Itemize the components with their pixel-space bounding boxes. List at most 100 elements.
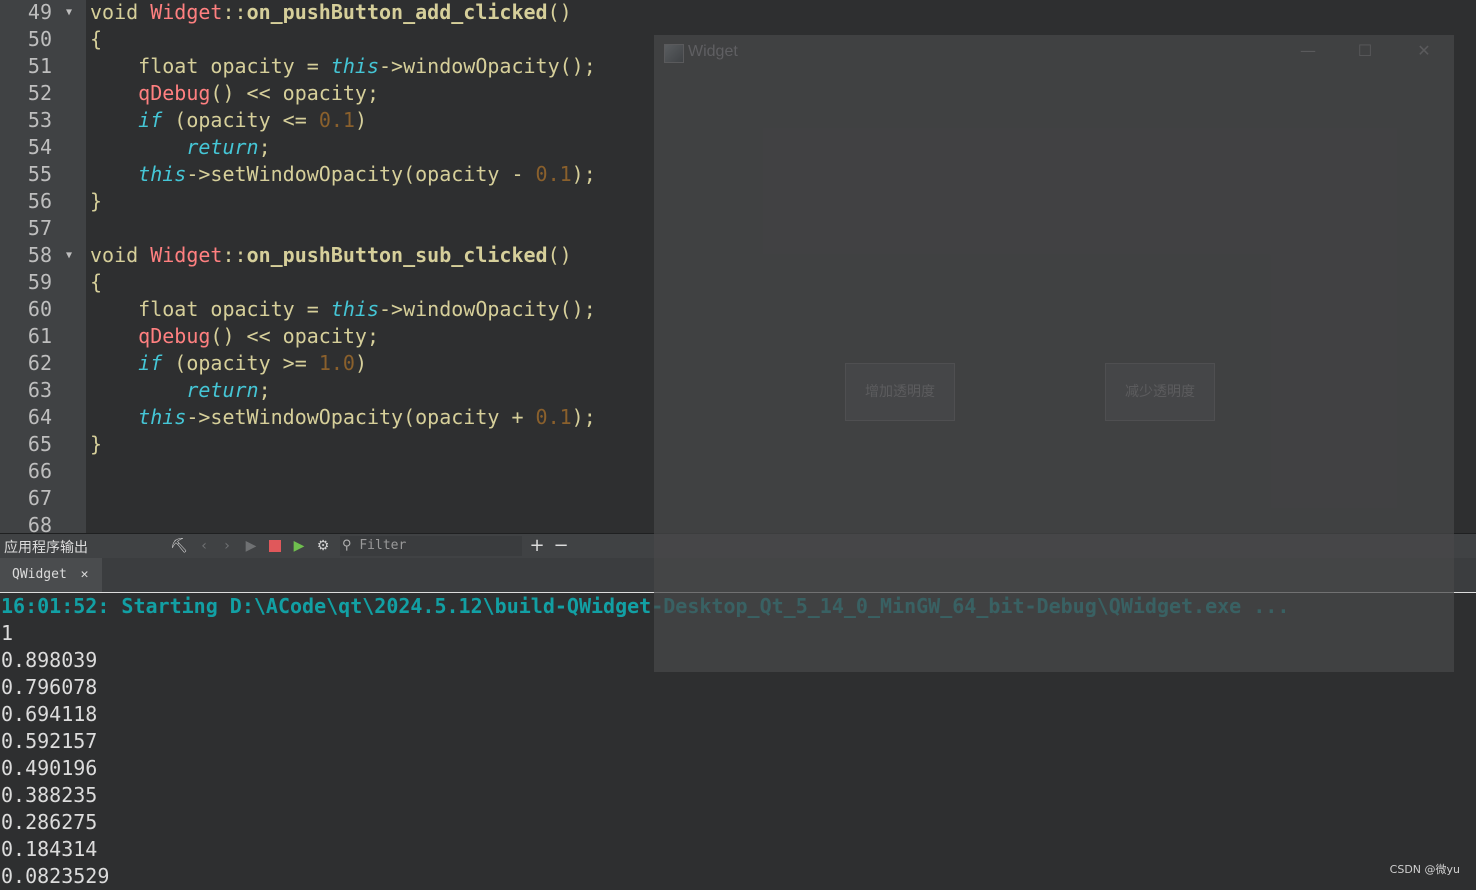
line-number: 63 bbox=[27, 378, 52, 402]
code-token: float bbox=[90, 54, 211, 78]
minus-button[interactable]: − bbox=[552, 537, 570, 555]
code-token: 0.1 bbox=[318, 108, 355, 132]
code-token: = bbox=[306, 54, 331, 78]
line-number: 59 bbox=[27, 270, 52, 294]
code-token: ; bbox=[258, 378, 271, 402]
code-token: on_pushButton_sub_clicked bbox=[246, 243, 548, 267]
line-number: 55 bbox=[27, 162, 52, 186]
watermark: CSDN @微yu bbox=[1389, 863, 1460, 876]
output-line: 0.898039 bbox=[1, 648, 98, 672]
code-token: :: bbox=[222, 243, 247, 267]
tab-close-icon[interactable]: ✕ bbox=[75, 567, 89, 582]
line-number: 65 bbox=[27, 432, 52, 456]
rerun-icon[interactable]: ▶ bbox=[290, 537, 308, 555]
code-token: 0.1 bbox=[535, 405, 572, 429]
line-number: 58 bbox=[27, 243, 52, 267]
output-line: 0.0823529 bbox=[1, 864, 110, 888]
code-token: () << opacity; bbox=[210, 81, 379, 105]
code-line: } bbox=[90, 431, 102, 458]
run-icon[interactable]: ▶ bbox=[242, 537, 260, 555]
line-number: 50 bbox=[27, 27, 52, 51]
line-number-gutter: 49 ▼ 50 51 52 53 54 55 56 57 58 ▼ 59 60 61 62 63 64 65 66 67… bbox=[0, 0, 86, 533]
plus-button[interactable]: + bbox=[528, 537, 546, 555]
code-token: () << opacity; bbox=[210, 324, 379, 348]
code-token: if bbox=[138, 351, 163, 375]
pane-title[interactable]: 应用程序输出 bbox=[4, 537, 88, 557]
code-token: 1.0 bbox=[318, 351, 355, 375]
filter-placeholder: Filter bbox=[359, 538, 407, 553]
line-number: 57 bbox=[27, 216, 52, 240]
line-number: 64 bbox=[27, 405, 52, 429]
line-number: 51 bbox=[27, 54, 52, 78]
fold-arrow-icon[interactable]: ▼ bbox=[66, 0, 76, 26]
maximize-icon[interactable]: ☐ bbox=[1355, 41, 1375, 61]
code-token: (opacity <= bbox=[162, 108, 319, 132]
add-opacity-button[interactable]: 增加透明度 bbox=[845, 363, 955, 421]
gear-icon[interactable]: ⚙ bbox=[314, 537, 332, 555]
code-token: this bbox=[138, 405, 187, 429]
code-token: ) bbox=[354, 351, 367, 375]
code-line: qDebug() << opacity; bbox=[90, 323, 379, 350]
tab-label: QWidget bbox=[12, 567, 67, 582]
attach-icon[interactable]: ⛏ bbox=[170, 537, 188, 555]
code-token: Widget bbox=[150, 243, 223, 267]
code-token: () bbox=[547, 243, 572, 267]
close-icon[interactable]: ✕ bbox=[1414, 41, 1434, 61]
code-line: void Widget::on_pushButton_add_clicked() bbox=[90, 0, 572, 26]
code-token: Widget bbox=[150, 0, 223, 24]
code-token: } bbox=[90, 189, 103, 213]
code-token: if bbox=[138, 108, 163, 132]
code-token: ->setWindowOpacity(opacity - bbox=[186, 162, 536, 186]
tab-qwidget[interactable]: QWidget ✕ bbox=[0, 558, 102, 592]
code-line: if (opacity <= 0.1) bbox=[90, 107, 367, 134]
app-icon bbox=[664, 44, 684, 63]
filter-field[interactable]: ⚲ Filter bbox=[340, 536, 522, 556]
code-token: ; bbox=[258, 135, 271, 159]
code-token: 0.1 bbox=[535, 162, 572, 186]
code-token: = bbox=[306, 297, 331, 321]
code-token: (opacity >= bbox=[162, 351, 319, 375]
code-token: opacity bbox=[210, 297, 307, 321]
line-number: 54 bbox=[27, 135, 52, 159]
output-line: 0.388235 bbox=[1, 783, 98, 807]
line-number: 66 bbox=[27, 459, 52, 483]
code-token: ->setWindowOpacity(opacity + bbox=[186, 405, 536, 429]
minimize-icon[interactable]: — bbox=[1298, 41, 1318, 61]
code-token: void bbox=[90, 0, 151, 24]
line-number: 60 bbox=[27, 297, 52, 321]
search-icon: ⚲ bbox=[342, 538, 352, 553]
code-token: this bbox=[330, 54, 380, 78]
code-line: qDebug() << opacity; bbox=[90, 80, 379, 107]
line-number: 67 bbox=[27, 486, 52, 510]
line-number: 56 bbox=[27, 189, 52, 213]
code-line: this->setWindowOpacity(opacity - 0.1); bbox=[90, 161, 596, 188]
line-number: 62 bbox=[27, 351, 52, 375]
sub-opacity-button[interactable]: 减少透明度 bbox=[1105, 363, 1215, 421]
fold-arrow-icon[interactable]: ▼ bbox=[66, 242, 76, 269]
code-token: } bbox=[90, 432, 103, 456]
code-line: float opacity = this->windowOpacity(); bbox=[90, 296, 596, 323]
next-icon[interactable]: › bbox=[218, 537, 236, 555]
code-token: on_pushButton_add_clicked bbox=[246, 0, 548, 24]
code-token: ->windowOpacity(); bbox=[379, 297, 596, 321]
code-token: () bbox=[547, 0, 572, 24]
code-token: qDebug bbox=[138, 81, 211, 105]
line-number: 68 bbox=[27, 513, 52, 533]
code-token: ); bbox=[571, 162, 596, 186]
code-token: float bbox=[90, 297, 211, 321]
output-line: 0.184314 bbox=[1, 837, 98, 861]
code-token: qDebug bbox=[138, 324, 211, 348]
line-number: 53 bbox=[27, 108, 52, 132]
widget-window[interactable]: Widget — ☐ ✕ 增加透明度 减少透明度 bbox=[654, 35, 1454, 672]
stop-icon[interactable] bbox=[266, 537, 284, 555]
prev-icon[interactable]: ‹ bbox=[195, 537, 213, 555]
output-line: 0.286275 bbox=[1, 810, 98, 834]
line-number: 49 bbox=[27, 0, 52, 24]
output-line: 0.592157 bbox=[1, 729, 98, 753]
